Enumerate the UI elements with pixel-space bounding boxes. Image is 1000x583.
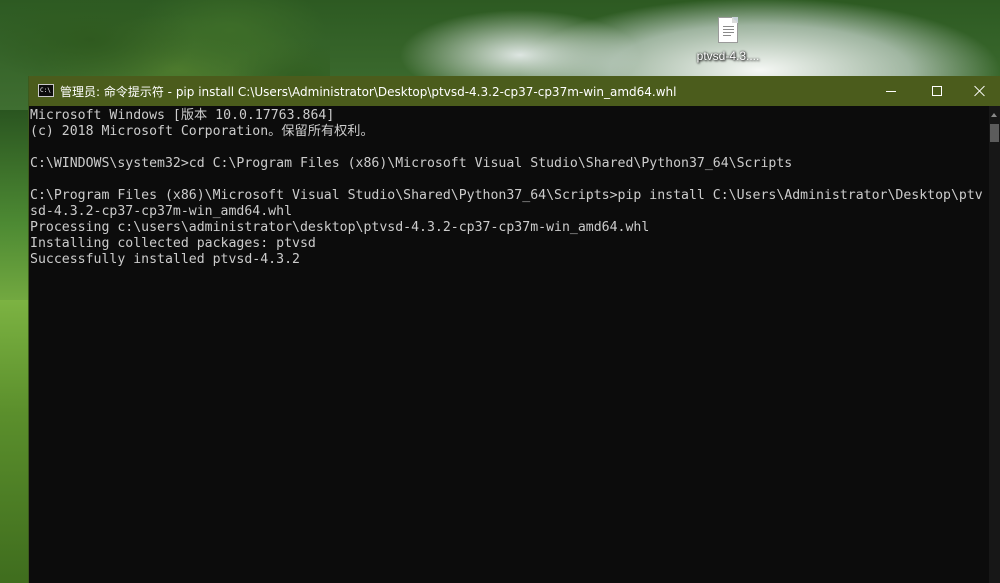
console-output[interactable]: Microsoft Windows [版本 10.0.17763.864] (c… (29, 106, 989, 583)
minimize-icon (886, 91, 896, 92)
minimize-button[interactable] (868, 76, 914, 106)
console-line: C:\Program Files (x86)\Microsoft Visual … (30, 188, 983, 203)
console-line: Successfully installed ptvsd-4.3.2 (30, 252, 300, 267)
desktop-file-ptvsd[interactable]: ptvsd-4.3.... (688, 17, 768, 63)
wallpaper-grass (0, 300, 30, 583)
command-prompt-window[interactable]: C:\ 管理员: 命令提示符 - pip install C:\Users\Ad… (28, 76, 1000, 583)
wallpaper-foliage (0, 110, 30, 300)
close-button[interactable] (960, 76, 1000, 106)
scrollbar-thumb[interactable] (990, 124, 999, 142)
maximize-button[interactable] (914, 76, 960, 106)
window-title-bar[interactable]: C:\ 管理员: 命令提示符 - pip install C:\Users\Ad… (29, 76, 1000, 106)
maximize-icon (932, 86, 942, 96)
desktop-file-label: ptvsd-4.3.... (696, 49, 760, 63)
console-line: C:\WINDOWS\system32>cd C:\Program Files … (30, 156, 793, 171)
vertical-scrollbar[interactable] (989, 106, 1000, 583)
console-line: Processing c:\users\administrator\deskto… (30, 220, 650, 235)
desktop: ptvsd-4.3.... C:\ 管理员: 命令提示符 - pip insta… (0, 0, 1000, 583)
console-line: sd-4.3.2-cp37-cp37m-win_amd64.whl (30, 204, 293, 219)
scroll-up-arrow-icon[interactable] (989, 106, 1000, 123)
command-prompt-icon[interactable]: C:\ (38, 84, 54, 97)
window-title: 管理员: 命令提示符 - pip install C:\Users\Admini… (60, 85, 677, 99)
close-icon (974, 85, 986, 97)
file-document-icon (718, 17, 738, 43)
console-line: Microsoft Windows [版本 10.0.17763.864] (30, 108, 335, 123)
console-line: (c) 2018 Microsoft Corporation。保留所有权利。 (30, 124, 374, 139)
console-line: Installing collected packages: ptvsd (30, 236, 316, 251)
